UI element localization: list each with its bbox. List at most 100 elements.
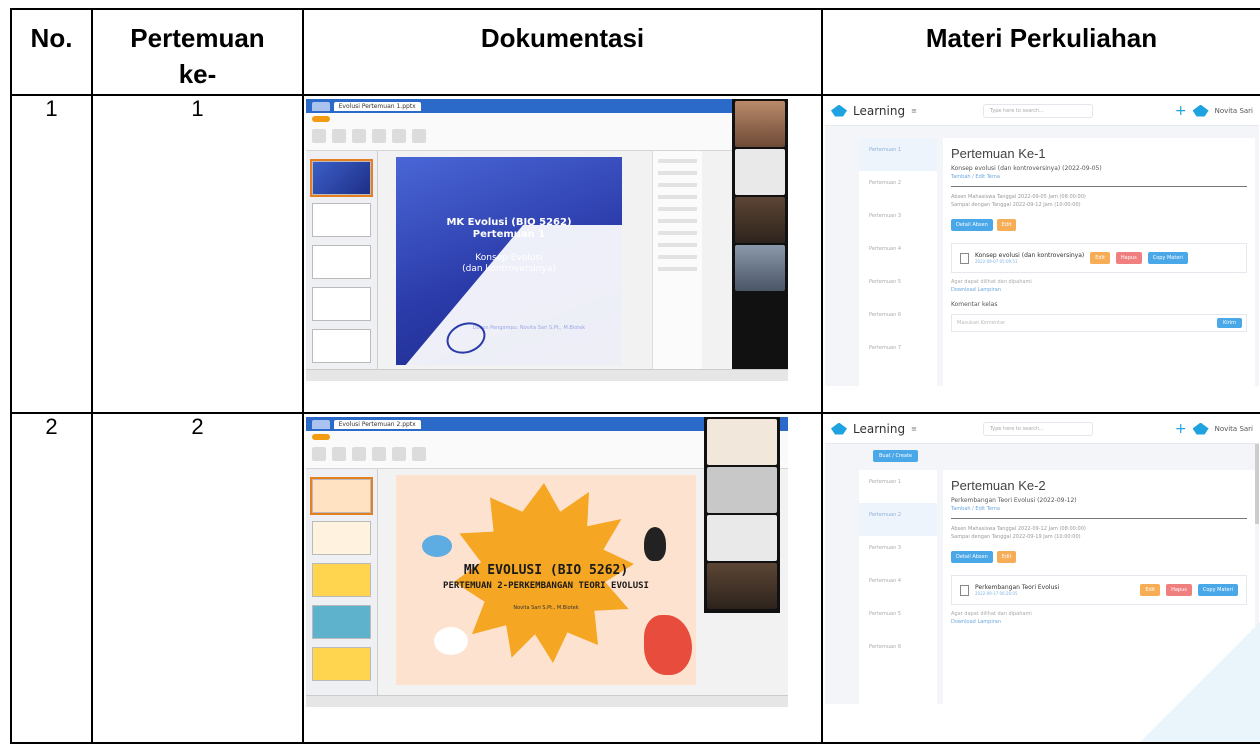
header-dokumentasi: Dokumentasi [302, 8, 823, 96]
sidebar-item[interactable]: Pertemuan 4 [859, 569, 937, 602]
participant-video [735, 245, 785, 291]
learning-logo-icon [831, 104, 847, 117]
lms-header: Learning ≡ Type here to search... + Novi… [825, 96, 1259, 126]
slide-thumb [312, 563, 371, 597]
edit-button[interactable]: Edit [996, 219, 1017, 231]
send-button[interactable]: Kirim [1217, 318, 1242, 328]
sidebar-item[interactable]: Pertemuan 4 [859, 237, 937, 270]
edit-button[interactable]: Edit [996, 551, 1017, 563]
lms-screenshot: Learning ≡ Type here to search... + Novi… [825, 96, 1259, 386]
dokumentasi-cell: Evolusi Pertemuan 1.pptx MK Evolusi (BIO… [302, 94, 823, 414]
meeting-topic: Perkembangan Teori Evolusi (2022-09-12) [951, 497, 1077, 504]
materi-item: Perkembangan Teori Evolusi 2022-09-17 06… [951, 575, 1247, 605]
sidebar-item[interactable]: Pertemuan 1 [859, 138, 937, 171]
row-pertemuan: 2 [91, 412, 304, 744]
meeting-heading: Pertemuan Ke-2 [951, 478, 1046, 493]
sidebar-item[interactable]: Pertemuan 3 [859, 204, 937, 237]
slide-thumb [310, 477, 373, 515]
search-input[interactable]: Type here to search... [982, 103, 1093, 118]
materi-date: 2022-09-17 06:26:05 [975, 591, 1018, 596]
sidebar-item[interactable]: Pertemuan 6 [859, 303, 937, 336]
lms-screenshot: Learning ≡ Type here to search... + Novi… [825, 415, 1259, 704]
row-pertemuan: 1 [91, 94, 304, 414]
materi-title: Konsep evolusi (dan kontroversinya) [975, 252, 1085, 259]
copy-materi-button[interactable]: Copy Materi [1197, 584, 1238, 596]
user-avatar-icon [1192, 104, 1209, 117]
slide-canvas: MK Evolusi (BIO 5262) Pertemuan 1 Konsep… [396, 157, 622, 365]
row-number: 1 [10, 94, 93, 414]
participant-video [735, 101, 785, 147]
sidebar-item[interactable]: Pertemuan 5 [859, 602, 937, 635]
app-tab [312, 101, 330, 111]
menu-icon: ≡ [911, 106, 917, 115]
user-avatar-icon [1192, 422, 1209, 435]
scrollbar[interactable] [1255, 444, 1259, 524]
hapus-button[interactable]: Hapus [1166, 584, 1192, 596]
document-icon [960, 252, 969, 264]
slide-thumb [312, 329, 371, 363]
header-pertemuan: Pertemuan ke- [91, 8, 304, 96]
dokumentasi-cell: Evolusi Pertemuan 2.pptx MK EVOLUSI (BIO… [302, 412, 823, 744]
sidebar-item[interactable]: Pertemuan 7 [859, 336, 937, 369]
attendance-line: Absen Mahasiswa Tanggal 2022-09-05 Jam (… [951, 194, 1086, 200]
slide-wedge [396, 225, 622, 365]
detail-absen-button[interactable]: Detail Absen [951, 219, 993, 231]
detail-absen-button[interactable]: Detail Absen [951, 551, 993, 563]
add-icon[interactable]: + [1175, 103, 1187, 119]
lms-brand: Learning [853, 421, 906, 436]
participant-video [735, 197, 785, 243]
meeting-sidebar: Pertemuan 1 Pertemuan 2 Pertemuan 3 Pert… [859, 138, 937, 386]
download-link[interactable]: Download Lampiran [951, 619, 1247, 625]
materi-cell: Learning ≡ Type here to search... + Novi… [821, 412, 1260, 744]
meeting-card: Pertemuan Ke-1 Konsep evolusi (dan kontr… [943, 138, 1255, 386]
slide-thumb [312, 521, 371, 555]
slide-thumbnails [306, 151, 378, 369]
edit-theme-link[interactable]: Tambah / Edit Tema [951, 506, 1247, 512]
materi-cell: Learning ≡ Type here to search... + Novi… [821, 94, 1260, 414]
sidebar-item[interactable]: Pertemuan 6 [859, 635, 937, 668]
slide-subtitle: PERTEMUAN 2-PERKEMBANGAN TEORI EVOLUSI [443, 581, 649, 591]
edit-materi-button[interactable]: Edit [1140, 584, 1161, 596]
ribbon-menu [306, 113, 788, 125]
document-icon [960, 584, 969, 596]
sidebar-item[interactable]: Pertemuan 2 [859, 503, 937, 536]
participant-video [735, 149, 785, 195]
slide-topic: Konsep Evolusi (dan kontroversinya) [462, 253, 556, 274]
lms-brand: Learning [853, 103, 906, 118]
materi-title: Perkembangan Teori Evolusi [975, 584, 1060, 591]
polar-bear-icon [434, 627, 468, 655]
sidebar-item[interactable]: Pertemuan 3 [859, 536, 937, 569]
hapus-button[interactable]: Hapus [1115, 252, 1142, 264]
add-icon[interactable]: + [1175, 421, 1187, 437]
ribbon-tools [306, 125, 788, 147]
header-materi: Materi Perkuliahan [821, 8, 1260, 96]
sidebar-item[interactable]: Pertemuan 5 [859, 270, 937, 303]
penguin-icon [644, 527, 666, 561]
materi-note: Agar dapat dilihat dan dipahami [951, 611, 1032, 617]
sidebar-item[interactable]: Pertemuan 2 [859, 171, 937, 204]
user-name: Novita Sari [1214, 424, 1253, 433]
slide-canvas: MK EVOLUSI (BIO 5262) PERTEMUAN 2-PERKEM… [396, 475, 696, 685]
edit-materi-button[interactable]: Edit [1090, 252, 1110, 264]
create-button[interactable]: Buat / Create [873, 450, 919, 462]
materi-date: 2022-09-07 05:09:51 [975, 259, 1018, 264]
table-row: 2 2 Evolusi Pertemuan 2.pptx MK EVOLUSI … [10, 412, 1260, 744]
download-link[interactable]: Download Lampiran [951, 287, 1247, 293]
file-tab: Evolusi Pertemuan 1.pptx [333, 101, 421, 111]
comment-input[interactable]: Masukan Komentar Kirim [951, 314, 1247, 332]
search-input[interactable]: Type here to search... [982, 421, 1093, 436]
header-no: No. [10, 8, 93, 96]
copy-materi-button[interactable]: Copy Materi [1147, 252, 1188, 264]
slide-footer: Novita Sari S.Pt., M.Biotek [513, 605, 579, 611]
edit-theme-link[interactable]: Tambah / Edit Tema [951, 174, 1247, 180]
sidebar-item[interactable]: Pertemuan 1 [859, 470, 937, 503]
slide-thumb [312, 605, 371, 639]
slide-thumb [312, 245, 371, 279]
slide-thumb [312, 647, 371, 681]
presentation-screenshot: Evolusi Pertemuan 2.pptx MK EVOLUSI (BIO… [306, 417, 788, 707]
table-row: 1 1 Evolusi Pertemuan 1.pptx MK Evolusi … [10, 94, 1260, 414]
file-tab: Evolusi Pertemuan 2.pptx [333, 419, 421, 429]
attendance-line: Sampai dengan Tanggal 2022-09-12 Jam (10… [951, 202, 1081, 208]
meeting-sidebar: Pertemuan 1 Pertemuan 2 Pertemuan 3 Pert… [859, 470, 937, 704]
status-bar [306, 369, 788, 381]
